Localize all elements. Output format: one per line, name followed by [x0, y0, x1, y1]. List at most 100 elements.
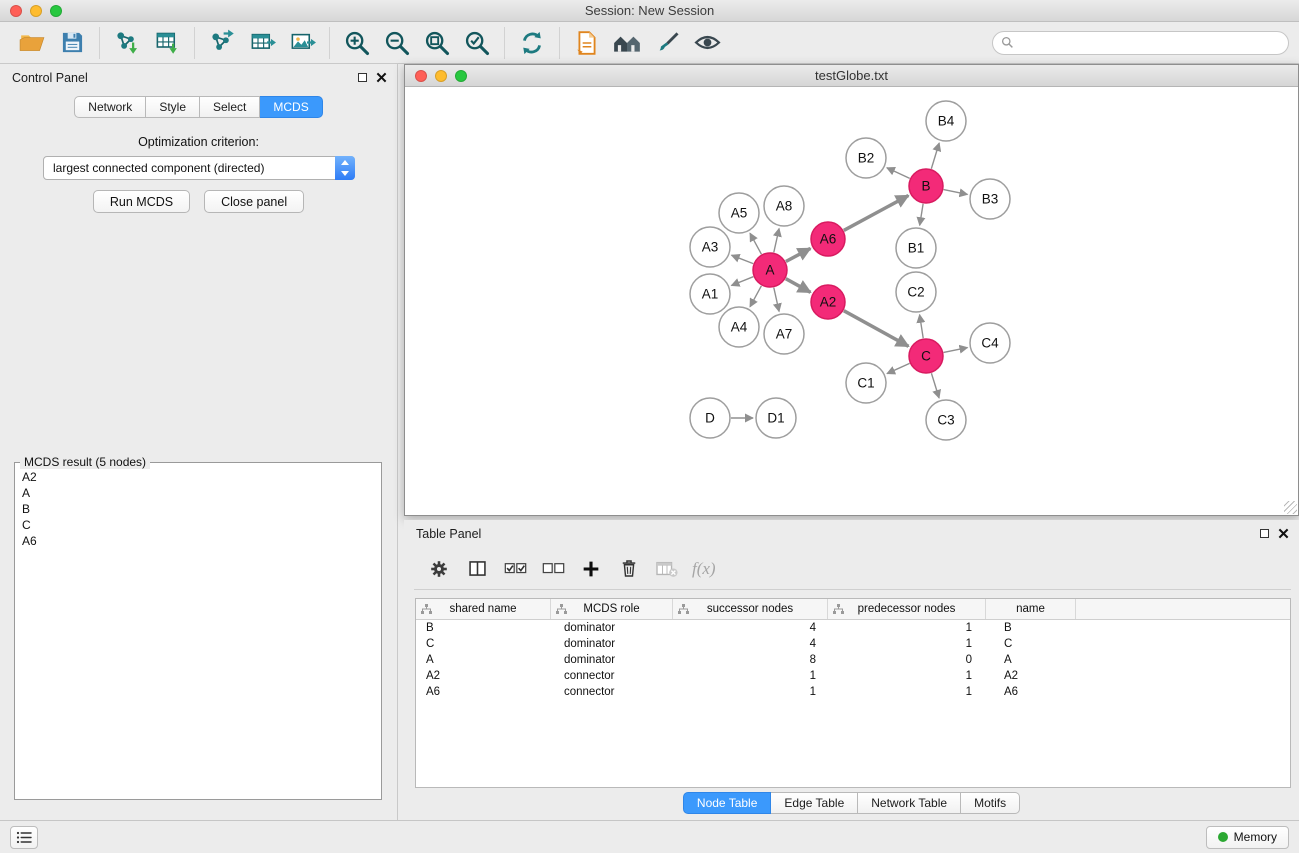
table-row[interactable]: Adominator80A — [416, 652, 1290, 668]
graph-edge-A-A3[interactable] — [732, 255, 754, 263]
tab-mcds[interactable]: MCDS — [260, 96, 322, 118]
open-file-button[interactable] — [12, 25, 52, 61]
dropdown-stepper-icon[interactable] — [335, 156, 355, 180]
close-panel-button[interactable]: Close panel — [204, 190, 304, 213]
column-type-icon — [421, 604, 432, 615]
column-header-successor-nodes[interactable]: successor nodes — [673, 599, 828, 619]
select-all-rows-button[interactable] — [498, 553, 532, 585]
column-browser-button[interactable] — [460, 553, 494, 585]
column-type-icon — [556, 604, 567, 615]
graph-node-label: C4 — [981, 336, 999, 351]
show-graphics-button[interactable] — [687, 25, 727, 61]
apply-style-button[interactable] — [647, 25, 687, 61]
graph-edge-B-B1[interactable] — [920, 204, 923, 226]
minimize-window-button[interactable] — [30, 5, 42, 17]
export-image-button[interactable] — [282, 25, 322, 61]
graph-edge-A6-B[interactable] — [844, 196, 909, 231]
window-titlebar[interactable]: Session: New Session — [0, 0, 1299, 22]
network-graph: B4B2BB3A8A5A6A3B1AC2A1A2A4A7C4CC1C3DD1 — [405, 87, 1298, 515]
network-window-titlebar[interactable]: testGlobe.txt — [405, 65, 1298, 87]
home-layout-button[interactable] — [607, 25, 647, 61]
zoom-selected-button[interactable] — [457, 25, 497, 61]
graph-edge-C-C1[interactable] — [887, 363, 910, 373]
table-row[interactable]: Bdominator41B — [416, 620, 1290, 636]
zoom-window-button[interactable] — [50, 5, 62, 17]
search-input[interactable] — [1019, 36, 1280, 50]
memory-button[interactable]: Memory — [1206, 826, 1289, 849]
column-header-shared-name[interactable]: shared name — [416, 599, 551, 619]
graph-edge-A-A4[interactable] — [750, 286, 761, 307]
unselect-all-rows-button[interactable] — [536, 553, 570, 585]
add-column-button[interactable] — [574, 553, 608, 585]
zoom-in-button[interactable] — [337, 25, 377, 61]
delete-table-button[interactable] — [650, 553, 684, 585]
function-builder-button[interactable]: f(x) — [692, 559, 716, 579]
tab-network[interactable]: Network — [74, 96, 146, 118]
table-settings-button[interactable] — [422, 553, 456, 585]
graph-edge-A-A5[interactable] — [750, 233, 761, 254]
optimization-criterion-dropdown[interactable]: largest connected component (directed) — [43, 156, 355, 180]
tab-motifs[interactable]: Motifs — [961, 792, 1020, 814]
graph-edge-C-C4[interactable] — [944, 348, 968, 353]
graph-edge-B-B2[interactable] — [887, 168, 910, 179]
column-header-name[interactable]: name — [986, 599, 1076, 619]
run-mcds-button[interactable]: Run MCDS — [93, 190, 190, 213]
graph-edge-A-A1[interactable] — [731, 277, 753, 286]
table-cell: A — [986, 652, 1076, 668]
close-panel-icon[interactable] — [376, 72, 387, 83]
table-cell-filler — [1076, 636, 1290, 652]
table-toolbar: f(x) — [414, 548, 1291, 590]
result-list-item[interactable]: B — [17, 501, 379, 517]
table-row[interactable]: Cdominator41C — [416, 636, 1290, 652]
first-neighbors-button[interactable] — [567, 25, 607, 61]
result-list-item[interactable]: A6 — [17, 533, 379, 549]
tab-edge-table[interactable]: Edge Table — [771, 792, 858, 814]
zoom-network-window-button[interactable] — [455, 70, 467, 82]
column-header-mcds-role[interactable]: MCDS role — [551, 599, 673, 619]
table-cell: 1 — [828, 668, 986, 684]
zoom-out-button[interactable] — [377, 25, 417, 61]
graph-edge-C-C2[interactable] — [920, 315, 924, 339]
search-box[interactable] — [992, 31, 1289, 55]
resize-grip[interactable] — [1284, 501, 1297, 514]
save-session-button[interactable] — [52, 25, 92, 61]
close-network-window-button[interactable] — [415, 70, 427, 82]
import-network-button[interactable] — [107, 25, 147, 61]
network-canvas[interactable]: B4B2BB3A8A5A6A3B1AC2A1A2A4A7C4CC1C3DD1 — [405, 87, 1298, 515]
graph-edge-A2-C[interactable] — [844, 311, 909, 347]
close-window-button[interactable] — [10, 5, 22, 17]
float-table-panel-icon[interactable] — [1260, 529, 1269, 538]
graph-node-label: B1 — [908, 241, 925, 256]
tab-network-table[interactable]: Network Table — [858, 792, 961, 814]
zoom-fit-button[interactable] — [417, 25, 457, 61]
refresh-icon — [518, 29, 546, 57]
tab-node-table[interactable]: Node Table — [683, 792, 772, 814]
graph-edge-A-A6[interactable] — [786, 248, 811, 261]
tab-style[interactable]: Style — [146, 96, 200, 118]
graph-edge-B-B3[interactable] — [944, 190, 968, 195]
close-table-panel-icon[interactable] — [1278, 528, 1289, 539]
graph-edge-C-C3[interactable] — [931, 373, 939, 398]
tab-select[interactable]: Select — [200, 96, 260, 118]
result-list-item[interactable]: C — [17, 517, 379, 533]
column-header-predecessor-nodes[interactable]: predecessor nodes — [828, 599, 986, 619]
graph-edge-B-B4[interactable] — [931, 143, 939, 169]
minimize-network-window-button[interactable] — [435, 70, 447, 82]
result-list-item[interactable]: A — [17, 485, 379, 501]
table-row[interactable]: A6connector11A6 — [416, 684, 1290, 700]
task-history-button[interactable] — [10, 826, 38, 849]
import-table-button[interactable] — [147, 25, 187, 61]
export-table-button[interactable] — [242, 25, 282, 61]
graph-edge-A-A2[interactable] — [786, 279, 811, 293]
export-network-button[interactable] — [202, 25, 242, 61]
result-list-item[interactable]: A2 — [17, 469, 379, 485]
graph-edge-A-A8[interactable] — [774, 229, 779, 253]
toolbar-separator — [559, 27, 560, 59]
graph-edge-A-A7[interactable] — [774, 288, 779, 312]
refresh-button[interactable] — [512, 25, 552, 61]
mcds-result-list[interactable]: A2 A B C A6 — [17, 469, 379, 797]
float-panel-icon[interactable] — [358, 73, 367, 82]
graph-node-label: B3 — [982, 192, 999, 207]
delete-column-button[interactable] — [612, 553, 646, 585]
table-row[interactable]: A2connector11A2 — [416, 668, 1290, 684]
